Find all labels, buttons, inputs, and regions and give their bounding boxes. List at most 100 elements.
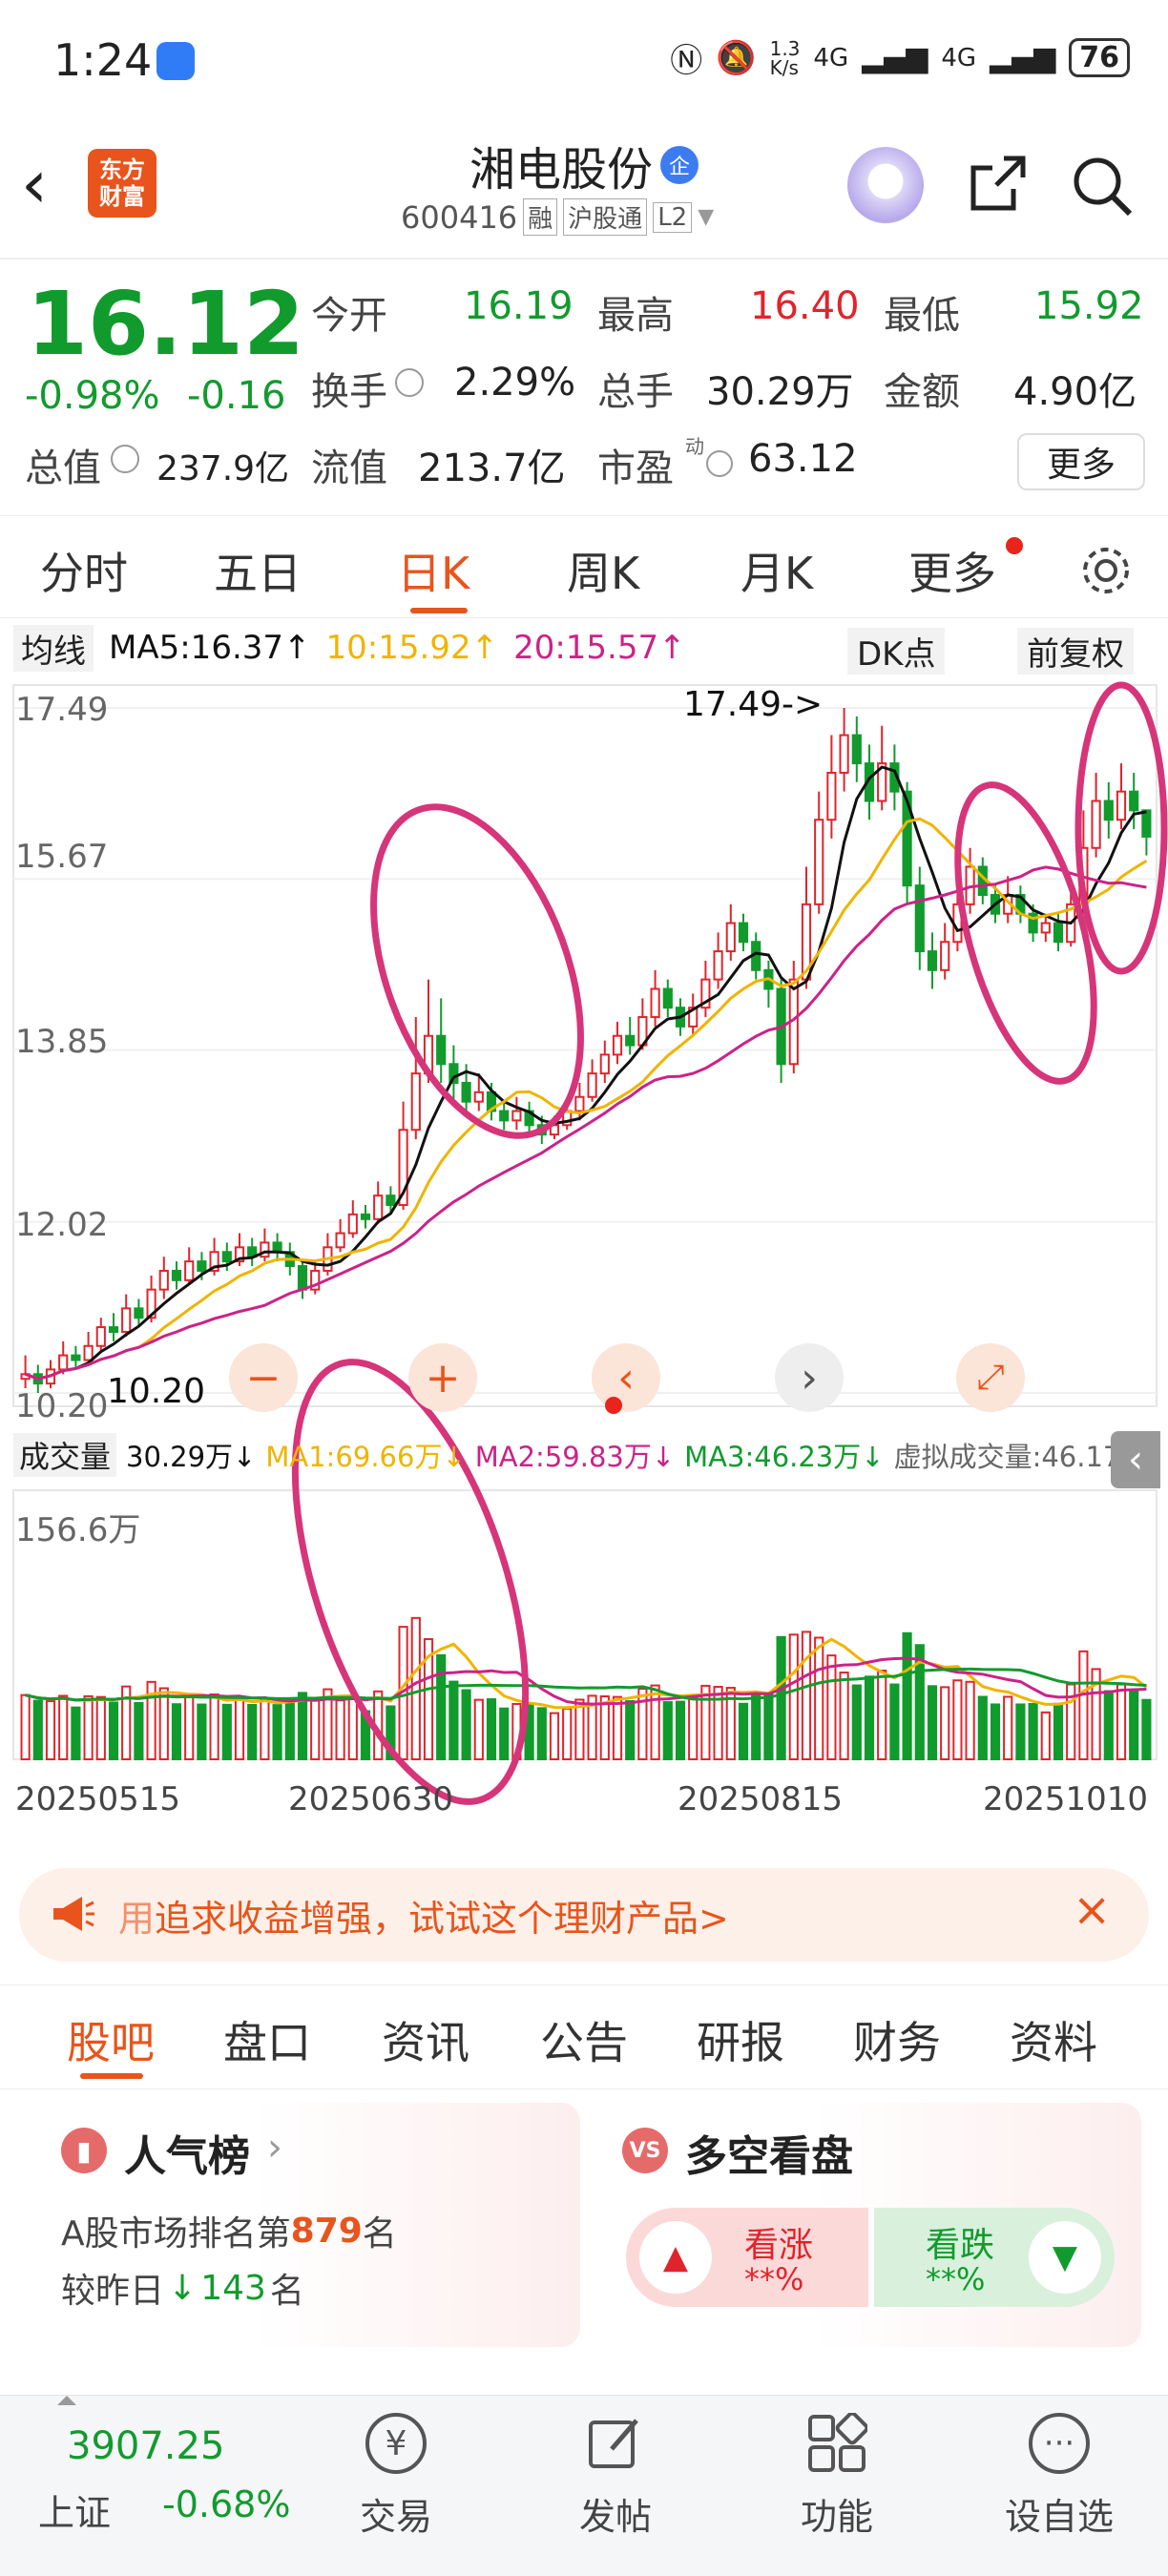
settings-gear-icon[interactable]: [1078, 543, 1134, 598]
fullscreen-icon[interactable]: ⤢: [956, 1343, 1025, 1412]
net-speed: 1.3 K/s: [769, 36, 801, 79]
volume-bar: [83, 1694, 94, 1761]
chevron-down-icon: ▼: [698, 205, 715, 229]
expand-icon[interactable]: [57, 2396, 76, 2405]
more-button[interactable]: 更多: [1017, 433, 1145, 490]
index-value[interactable]: 3907.25: [67, 2424, 224, 2468]
volume-bar: [927, 1685, 938, 1760]
candle-body: [373, 1195, 384, 1220]
tab-more[interactable]: 更多: [908, 539, 996, 602]
popularity-card[interactable]: ▮ 人气榜 › A股市场排名第 879 名 较昨日 ↓ 143 名: [36, 2103, 580, 2347]
subtab-financials[interactable]: 财务: [853, 2008, 941, 2071]
change-amount: -0.16: [187, 374, 286, 418]
amount-label: 金额: [884, 370, 960, 414]
volume-bar: [776, 1635, 786, 1760]
candle-body: [347, 1213, 358, 1235]
tab-weekly-k[interactable]: 周K: [567, 539, 639, 602]
promo-banner[interactable]: 用 追求收益增强，试试这个理财产品> ×: [19, 1868, 1149, 1962]
nav-post[interactable]: 发帖: [573, 2413, 658, 2540]
sentiment-card[interactable]: VS 多空看盘 ▲ 看涨 **% 看跌 **% ▼: [597, 2103, 1141, 2347]
dk-point-select[interactable]: DK点: [847, 628, 946, 675]
volume-bar: [171, 1703, 182, 1761]
tab-monthly-k[interactable]: 月K: [740, 539, 813, 602]
candle-body: [650, 987, 660, 1019]
search-icon[interactable]: [1069, 153, 1136, 219]
info-icon[interactable]: [706, 450, 733, 477]
price-axis-label: 17.49: [15, 691, 109, 729]
candle-body: [1116, 790, 1127, 821]
candle-body: [599, 1053, 610, 1075]
volume-value: 30.29万: [706, 370, 854, 414]
subtab-forum[interactable]: 股吧: [67, 2008, 155, 2071]
candle-body: [1091, 800, 1101, 849]
vol-ma2-legend: MA2:59.83万↓: [474, 1441, 676, 1473]
ai-assistant-icon[interactable]: [847, 147, 924, 223]
volume-indicator-select[interactable]: 成交量: [13, 1433, 117, 1477]
tab-intraday[interactable]: 分时: [40, 539, 128, 602]
nav-functions[interactable]: 功能: [794, 2411, 880, 2540]
current-price: 16.12: [27, 273, 305, 375]
chart-svg[interactable]: [0, 618, 1168, 1849]
volume-bar: [826, 1654, 837, 1760]
high-value: 16.40: [750, 284, 860, 328]
candle-body: [134, 1307, 144, 1319]
popularity-delta: 143: [200, 2268, 266, 2308]
kline-chart[interactable]: 均线 MA5:16.37↑ 10:15.92↑ 20:15.57↑ DK点 前复…: [0, 618, 1168, 1849]
code-line[interactable]: 600416 融 沪股通 L2 ▼: [401, 198, 714, 236]
candle-body: [851, 734, 862, 765]
volume-bar: [71, 1706, 81, 1761]
scroll-left-button[interactable]: ‹: [592, 1343, 660, 1412]
info-icon[interactable]: [395, 368, 424, 397]
subtab-news[interactable]: 资讯: [382, 2008, 469, 2071]
collapse-panel-button[interactable]: ‹: [1111, 1431, 1160, 1488]
volume-bar: [839, 1672, 849, 1761]
candle-body: [927, 950, 938, 971]
close-icon[interactable]: ×: [1073, 1883, 1111, 1937]
subtab-research[interactable]: 研报: [697, 2008, 784, 2071]
volume-bar: [473, 1698, 484, 1760]
open-value: 16.19: [464, 284, 574, 328]
bearish-button[interactable]: 看跌 **% ▼: [874, 2208, 1115, 2307]
high-marker: 17.49->: [683, 685, 824, 724]
volume-bar: [221, 1703, 232, 1760]
zoom-in-button[interactable]: +: [408, 1343, 477, 1412]
price-axis-label: 15.67: [15, 838, 109, 876]
share-icon[interactable]: [966, 153, 1029, 216]
volume-bar: [612, 1695, 623, 1761]
adjust-select[interactable]: 前复权: [1017, 628, 1134, 675]
candle-body: [662, 987, 673, 1009]
scroll-right-button[interactable]: ›: [775, 1343, 844, 1412]
status-icons: Ⓝ 🔕 1.3 K/s 4G ▂▄▆ 4G ▂▄▆ 76: [670, 34, 1130, 81]
volume-bar: [801, 1631, 812, 1760]
turnover-value: 2.29%: [454, 361, 576, 405]
stock-code: 600416: [401, 198, 518, 236]
tab-five-day[interactable]: 五日: [214, 539, 302, 602]
candle-body: [625, 1034, 636, 1047]
subtab-orderbook[interactable]: 盘口: [223, 2008, 311, 2071]
volume-bar: [297, 1692, 308, 1761]
volume-bar: [990, 1703, 1001, 1760]
candle-body: [184, 1260, 195, 1281]
volume-bar: [234, 1698, 245, 1760]
volume-bar: [499, 1707, 510, 1761]
candle-body: [108, 1326, 119, 1333]
zoom-out-button[interactable]: −: [229, 1343, 298, 1412]
nav-add-watchlist[interactable]: ··· 设自选: [1002, 2413, 1116, 2540]
info-icon[interactable]: [111, 445, 139, 473]
tab-daily-k[interactable]: 日K: [397, 539, 469, 602]
ma-type-select[interactable]: 均线: [13, 624, 94, 672]
subtab-profile[interactable]: 资料: [1010, 2008, 1097, 2071]
candle-body: [1103, 800, 1114, 821]
candle-body: [360, 1213, 371, 1220]
candle-body: [436, 1034, 447, 1066]
candle-body: [95, 1326, 106, 1347]
notification-dot: [1006, 537, 1023, 554]
candle-body: [58, 1354, 69, 1371]
bullish-button[interactable]: ▲ 看涨 **%: [626, 2208, 868, 2307]
index-change: -0.68%: [162, 2483, 291, 2525]
nav-trade[interactable]: ¥ 交易: [353, 2413, 439, 2540]
volume-bar: [197, 1703, 207, 1761]
tag-margin: 融: [523, 198, 558, 236]
subtab-announcements[interactable]: 公告: [540, 2008, 628, 2071]
volume-bar: [410, 1616, 421, 1760]
